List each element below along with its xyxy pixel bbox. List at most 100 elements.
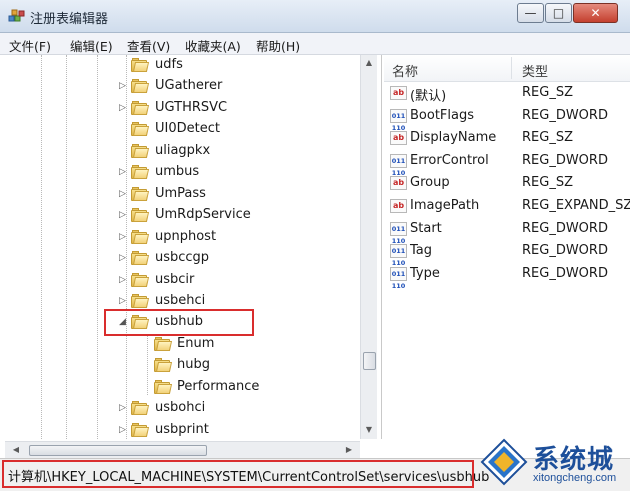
value-type: REG_SZ bbox=[522, 175, 573, 191]
scroll-left-arrow-icon[interactable]: ◀ bbox=[8, 442, 24, 458]
column-separator[interactable] bbox=[511, 57, 512, 79]
folder-icon bbox=[131, 165, 150, 180]
scroll-up-arrow-icon[interactable]: ▲ bbox=[361, 55, 377, 71]
value-row[interactable]: ab (默认) REG_SZ bbox=[384, 82, 630, 104]
folder-icon bbox=[131, 187, 150, 202]
value-row[interactable]: 011 110 Start REG_DWORD bbox=[384, 218, 630, 245]
column-header-name[interactable]: 名称 bbox=[392, 61, 418, 80]
folder-icon bbox=[131, 251, 150, 266]
values-list[interactable]: 名称 类型 ab (默认) REG_SZ 011 110 BootFlags REG_DW… bbox=[384, 55, 630, 458]
tree-node-label: usbcir bbox=[155, 272, 195, 287]
value-row[interactable]: ab Group REG_SZ bbox=[384, 172, 630, 194]
value-name: (默认) bbox=[410, 89, 447, 104]
vertical-scroll-thumb[interactable] bbox=[363, 352, 376, 370]
tree-node[interactable]: ▷ UmPass bbox=[5, 184, 360, 206]
value-name: Type bbox=[410, 265, 440, 281]
tree-node-label: UmRdpService bbox=[155, 207, 251, 222]
maximize-button[interactable]: □ bbox=[545, 3, 572, 23]
tree-node[interactable]: uliagpkx bbox=[5, 141, 360, 163]
expand-triangle-icon[interactable]: ▷ bbox=[119, 80, 129, 92]
menu-view[interactable]: 查看(V) bbox=[127, 36, 170, 55]
tree-node[interactable]: ▷ usbcir bbox=[5, 270, 360, 292]
tree-node-label: usbccgp bbox=[155, 250, 210, 265]
highlight-box-selected-key bbox=[104, 309, 254, 336]
watermark-logo-icon bbox=[480, 438, 528, 486]
window-title: 注册表编辑器 bbox=[30, 12, 109, 27]
tree-node[interactable]: UI0Detect bbox=[5, 119, 360, 141]
tree-node[interactable]: ▷ umbus bbox=[5, 162, 360, 184]
expand-triangle-icon[interactable]: ▷ bbox=[119, 274, 129, 286]
expand-triangle-icon[interactable]: ▷ bbox=[119, 252, 129, 264]
tree-node-label: usbehci bbox=[155, 293, 206, 308]
expand-triangle-icon[interactable]: ▷ bbox=[119, 424, 129, 436]
tree-node[interactable]: ▷ usbprint bbox=[5, 420, 360, 439]
value-name: BootFlags bbox=[410, 107, 475, 123]
value-row[interactable]: ab ImagePath REG_EXPAND_SZ bbox=[384, 195, 630, 217]
tree-horizontal-scrollbar[interactable]: ◀ ▶ bbox=[5, 441, 360, 458]
value-name: Tag bbox=[410, 243, 433, 259]
tree-node[interactable]: ▷ UGatherer bbox=[5, 76, 360, 98]
tree-node-label: UGTHRSVC bbox=[155, 100, 228, 115]
tree-node[interactable]: Performance bbox=[5, 377, 360, 399]
tree-node[interactable]: ▷ UmRdpService bbox=[5, 205, 360, 227]
value-type: REG_SZ bbox=[522, 130, 573, 146]
binary-icon: 011 110 bbox=[390, 221, 407, 245]
menu-bar: 文件(F) 编辑(E) 查看(V) 收藏夹(A) 帮助(H) bbox=[0, 33, 630, 55]
expand-triangle-icon[interactable]: ▷ bbox=[119, 102, 129, 114]
horizontal-scroll-thumb[interactable] bbox=[29, 445, 207, 456]
title-bar: 注册表编辑器 — □ ✕ bbox=[0, 0, 630, 33]
expand-triangle-icon[interactable]: ▷ bbox=[119, 166, 129, 178]
close-button[interactable]: ✕ bbox=[573, 3, 618, 23]
registry-tree[interactable]: udfs ▷ UGatherer ▷ UGTHRSVC UI0Detect uliagpkx… bbox=[5, 55, 382, 439]
folder-icon bbox=[154, 337, 173, 352]
menu-edit[interactable]: 编辑(E) bbox=[70, 36, 113, 55]
ab-icon: ab bbox=[390, 199, 407, 213]
tree-node-label: UmPass bbox=[155, 186, 206, 201]
tree-node-label: upnphost bbox=[155, 229, 217, 244]
scroll-right-arrow-icon[interactable]: ▶ bbox=[341, 442, 357, 458]
expand-triangle-icon[interactable]: ▷ bbox=[119, 295, 129, 307]
minimize-button[interactable]: — bbox=[517, 3, 544, 23]
folder-icon bbox=[131, 58, 150, 73]
value-row[interactable]: 011 110 BootFlags REG_DWORD bbox=[384, 105, 630, 132]
value-type: REG_DWORD bbox=[522, 265, 608, 281]
tree-node[interactable]: Enum bbox=[5, 334, 360, 356]
binary-icon: 011 110 bbox=[390, 244, 407, 267]
tree-node[interactable]: udfs bbox=[5, 55, 360, 77]
menu-file[interactable]: 文件(F) bbox=[9, 36, 51, 55]
expand-triangle-icon[interactable]: ▷ bbox=[119, 402, 129, 414]
expand-triangle-icon[interactable]: ▷ bbox=[119, 231, 129, 243]
ab-icon: ab bbox=[390, 131, 407, 146]
value-type: REG_DWORD bbox=[522, 152, 608, 168]
value-name: ImagePath bbox=[410, 198, 480, 213]
tree-node-label: hubg bbox=[177, 357, 210, 372]
tree-node[interactable]: ▷ usbccgp bbox=[5, 248, 360, 270]
value-row[interactable]: 011 110 Tag REG_DWORD bbox=[384, 240, 630, 267]
tree-vertical-scrollbar[interactable]: ▲ ▼ bbox=[360, 55, 377, 439]
value-row[interactable]: 011 110 ErrorControl REG_DWORD bbox=[384, 150, 630, 177]
folder-icon bbox=[131, 101, 150, 116]
tree-node[interactable]: hubg bbox=[5, 355, 360, 377]
binary-icon: 011 110 bbox=[390, 108, 407, 132]
value-row[interactable]: ab DisplayName REG_SZ bbox=[384, 127, 630, 149]
menu-favorites[interactable]: 收藏夹(A) bbox=[185, 36, 241, 55]
tree-node-label: Enum bbox=[177, 336, 215, 351]
value-row[interactable]: 011 110 Type REG_DWORD bbox=[384, 263, 630, 290]
tree-node[interactable]: ▷ usbohci bbox=[5, 398, 360, 420]
value-type: REG_DWORD bbox=[522, 107, 608, 123]
column-header-type[interactable]: 类型 bbox=[522, 61, 548, 80]
binary-icon: 011 110 bbox=[390, 153, 407, 177]
folder-icon bbox=[131, 273, 150, 288]
tree-node[interactable]: ▷ UGTHRSVC bbox=[5, 98, 360, 120]
folder-icon bbox=[131, 294, 150, 309]
ab-icon: ab bbox=[390, 176, 407, 191]
folder-icon bbox=[131, 401, 150, 416]
menu-help[interactable]: 帮助(H) bbox=[256, 36, 300, 55]
tree-node[interactable]: ▷ upnphost bbox=[5, 227, 360, 249]
scroll-down-arrow-icon[interactable]: ▼ bbox=[361, 422, 377, 438]
tree-node-label: usbprint bbox=[155, 422, 209, 437]
expand-triangle-icon[interactable]: ▷ bbox=[119, 188, 129, 200]
value-name: ErrorControl bbox=[410, 152, 489, 168]
tree-node-label: UGatherer bbox=[155, 78, 223, 93]
expand-triangle-icon[interactable]: ▷ bbox=[119, 209, 129, 221]
